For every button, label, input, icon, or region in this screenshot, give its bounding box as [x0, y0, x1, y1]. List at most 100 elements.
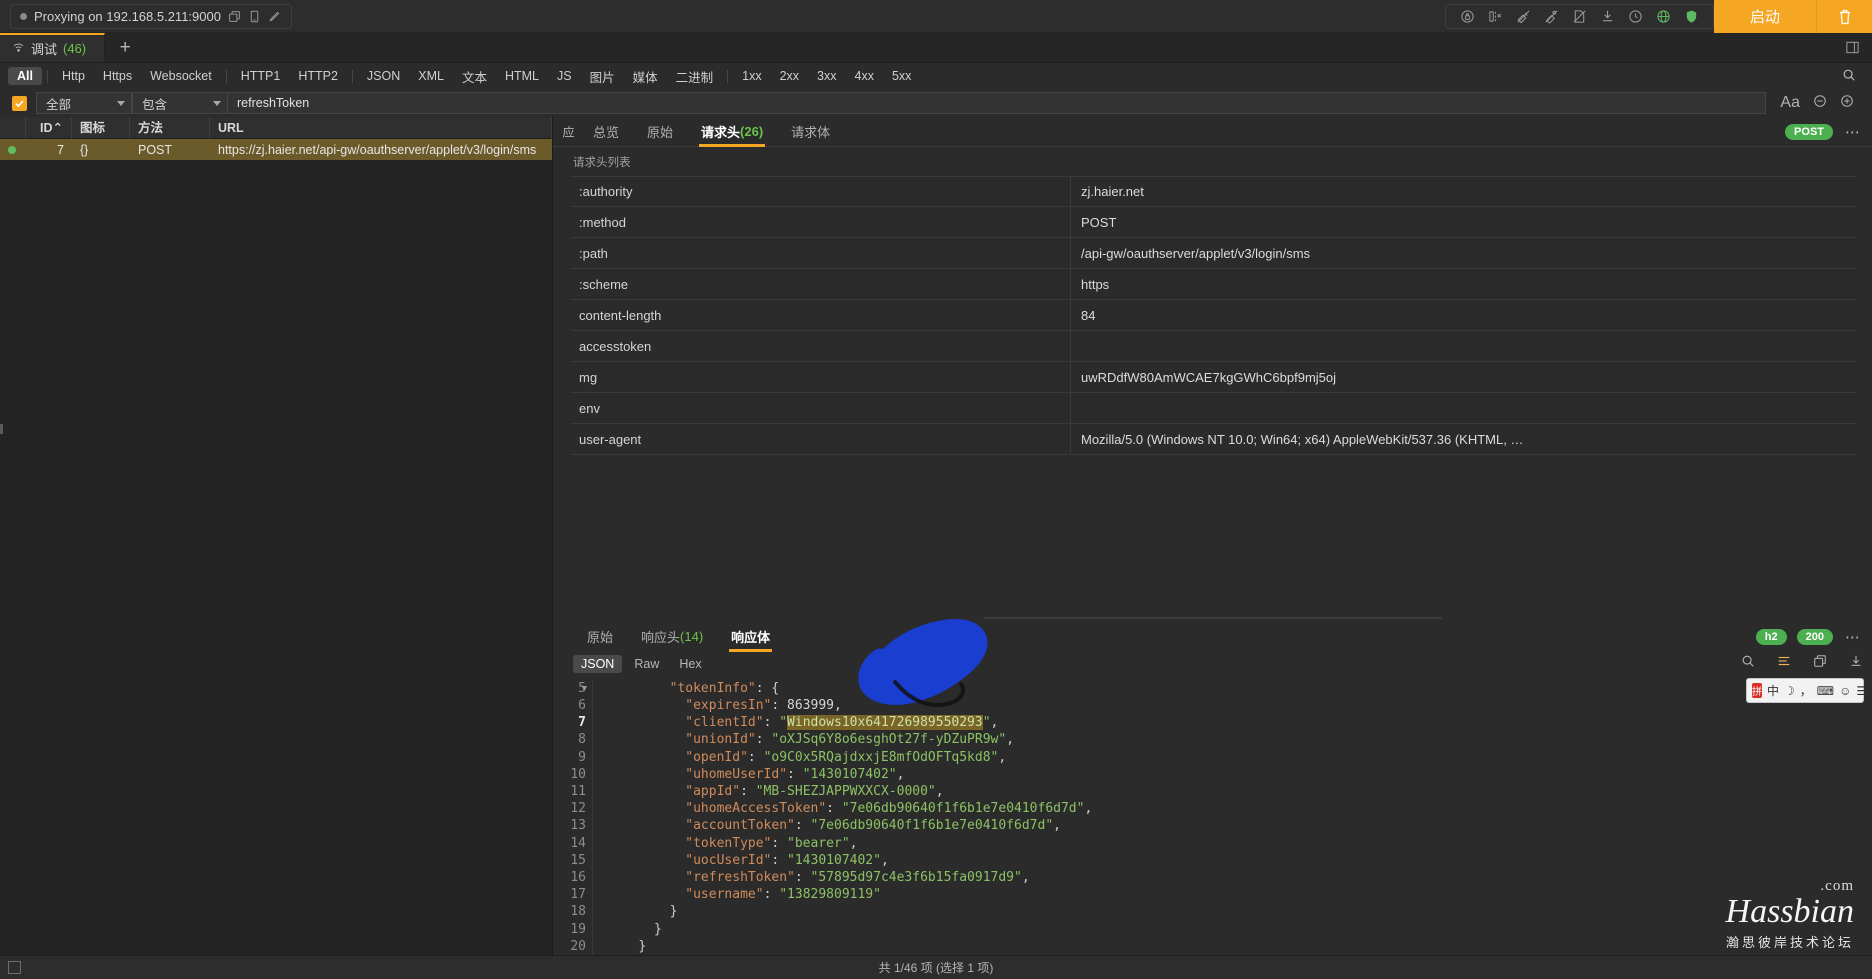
ime-menu-icon[interactable]: ☰ [1856, 684, 1867, 698]
download-icon[interactable] [1840, 654, 1872, 673]
copy-icon[interactable] [1804, 654, 1836, 673]
header-row[interactable]: env [571, 393, 1856, 424]
ime-toolbar[interactable]: 拼 中 ☽ ， ⌨ ☺ ☰ [1746, 678, 1867, 703]
filter-chip-http[interactable]: Http [53, 67, 94, 85]
response-tab-bar: 原始 响应头 (14) 响应体 h2 200 ⋯ [553, 622, 1872, 652]
filter-chip-http1[interactable]: HTTP1 [232, 67, 290, 85]
add-session-tab-button[interactable]: + [105, 33, 145, 62]
throttle-off-icon[interactable] [1544, 9, 1559, 24]
map-remote-off-icon[interactable] [1516, 9, 1531, 24]
filter-chip-html[interactable]: HTML [496, 67, 548, 85]
tab-debug[interactable]: 调试 (46) [0, 33, 106, 62]
wifi-icon [12, 41, 25, 56]
tab-响应头[interactable]: 响应头 (14) [627, 622, 717, 652]
tab-原始[interactable]: 原始 [573, 622, 627, 652]
filter-enable-checkbox[interactable] [12, 95, 27, 111]
shield-icon[interactable] [1684, 9, 1699, 24]
request-more-icon[interactable]: ⋯ [1833, 123, 1872, 141]
json-code-lines: "tokenInfo": { "expiresIn": 863999, "cli… [593, 680, 1872, 955]
filter-chip-5xx[interactable]: 5xx [883, 67, 920, 85]
filter-chip-图片[interactable]: 图片 [581, 65, 624, 88]
edit-icon[interactable] [268, 10, 281, 23]
filter-chip-3xx[interactable]: 3xx [808, 67, 845, 85]
tab-总览[interactable]: 总览 [579, 117, 633, 147]
tab-响应体[interactable]: 响应体 [717, 622, 784, 652]
ime-keyboard-icon[interactable]: ⌨ [1817, 684, 1834, 698]
ime-emoji-icon[interactable]: ☺ [1839, 684, 1851, 698]
fold-toggle-icon[interactable]: ▼ [582, 681, 587, 698]
response-view-tab-list: JSON Raw Hex [573, 654, 710, 673]
filter-match-select[interactable]: 包含 [132, 92, 228, 114]
header-row[interactable]: :method POST [571, 207, 1856, 238]
wrap-lines-icon[interactable] [1768, 654, 1800, 673]
layout-toggle-icon[interactable] [1845, 33, 1872, 62]
view-tab-json[interactable]: JSON [573, 654, 623, 673]
download-icon[interactable] [1600, 9, 1615, 24]
shield-lock-icon[interactable] [1460, 9, 1475, 24]
clear-button[interactable] [1816, 0, 1872, 33]
token-k: "username" [685, 887, 764, 903]
header-row[interactable]: :scheme https [571, 269, 1856, 300]
table-row[interactable]: 7 {} POST https://zj.haier.net/api-gw/oauth… [0, 139, 552, 160]
header-row[interactable]: content-length 84 [571, 300, 1856, 331]
empty-row [0, 202, 552, 223]
header-row[interactable]: :path/api-gw/oauthserver/applet/v3/login… [571, 238, 1856, 269]
token-p: : [771, 835, 788, 851]
filter-chip-文本[interactable]: 文本 [453, 65, 496, 88]
filter-chip-xml[interactable]: XML [409, 67, 453, 85]
header-row[interactable]: user-agent Mozilla/5.0 (Windows NT 10.0; … [571, 424, 1856, 455]
column-header-URL[interactable]: URL [210, 116, 552, 139]
header-row[interactable]: mg uwRDdfW80AmWCAE7kgGWhC6bpf9mj5oj [571, 362, 1856, 393]
response-more-icon[interactable]: ⋯ [1833, 628, 1872, 646]
json-viewer[interactable]: 5 ▼ 6 7 8 9 10 11 12 13 14 15 16 17 18 19 20 "tokenInfo"… [553, 676, 1872, 955]
filter-chip-http2[interactable]: HTTP2 [289, 67, 347, 85]
header-row[interactable]: :authority zj.haier.net [571, 176, 1856, 207]
phone-icon[interactable] [248, 10, 261, 23]
start-button[interactable]: 启动 [1713, 0, 1816, 33]
filter-search-input[interactable] [228, 92, 1767, 114]
line-number: 8 [578, 732, 586, 748]
column-header-ID[interactable]: ID⌃ [26, 116, 72, 139]
script-off-icon[interactable] [1572, 9, 1587, 24]
tab-请求体[interactable]: 请求体 [777, 117, 844, 147]
breakpoint-off-icon[interactable] [1488, 9, 1503, 24]
filter-chip-4xx[interactable]: 4xx [846, 67, 883, 85]
response-side-label[interactable]: 应 [557, 126, 579, 138]
column-header-图标[interactable]: 图标 [72, 116, 130, 139]
collapse-all-icon[interactable] [1813, 94, 1827, 113]
ime-punctuation-icon[interactable]: ， [1800, 682, 1812, 699]
copy-icon[interactable] [228, 10, 241, 23]
filter-scope-select[interactable]: 全部 [36, 92, 132, 114]
tab-请求头[interactable]: 请求头 (26) [687, 117, 777, 147]
proxy-status-box[interactable]: Proxying on 192.168.5.211:9000 [10, 3, 292, 29]
filter-chip-js[interactable]: JS [548, 67, 581, 85]
ime-language-label[interactable]: 中 [1767, 682, 1779, 699]
expand-all-icon[interactable] [1840, 94, 1854, 113]
panel-splitter[interactable] [553, 613, 1872, 622]
header-row[interactable]: accesstoken [571, 331, 1856, 362]
view-tab-raw[interactable]: Raw [626, 655, 667, 673]
globe-icon[interactable] [1656, 9, 1671, 24]
filter-chip-二进制[interactable]: 二进制 [667, 65, 723, 88]
filter-chip-媒体[interactable]: 媒体 [624, 65, 667, 88]
filter-chip-all[interactable]: All [8, 67, 42, 85]
filter-chip-2xx[interactable]: 2xx [771, 67, 808, 85]
request-headers-label: 请求头列表 [573, 157, 631, 169]
search-icon[interactable] [1842, 68, 1864, 85]
filter-chip-json[interactable]: JSON [358, 67, 409, 85]
view-tab-hex[interactable]: Hex [671, 655, 709, 673]
column-header-方法[interactable]: 方法 [130, 116, 210, 139]
filter-chip-https[interactable]: Https [94, 67, 141, 85]
empty-row [0, 664, 552, 685]
scroll-marker [0, 424, 3, 434]
tab-原始[interactable]: 原始 [633, 117, 687, 147]
match-case-button[interactable]: Aa [1780, 94, 1800, 112]
filter-chip-websocket[interactable]: Websocket [141, 67, 221, 85]
filter-chip-1xx[interactable]: 1xx [733, 67, 770, 85]
filter-bar-tools: Aa [1766, 94, 1866, 113]
header-value-text: https [1081, 276, 1110, 292]
clock-icon[interactable] [1628, 9, 1643, 24]
column-header-status[interactable] [0, 116, 26, 139]
ime-moon-icon[interactable]: ☽ [1784, 684, 1795, 698]
search-icon[interactable] [1732, 654, 1764, 673]
